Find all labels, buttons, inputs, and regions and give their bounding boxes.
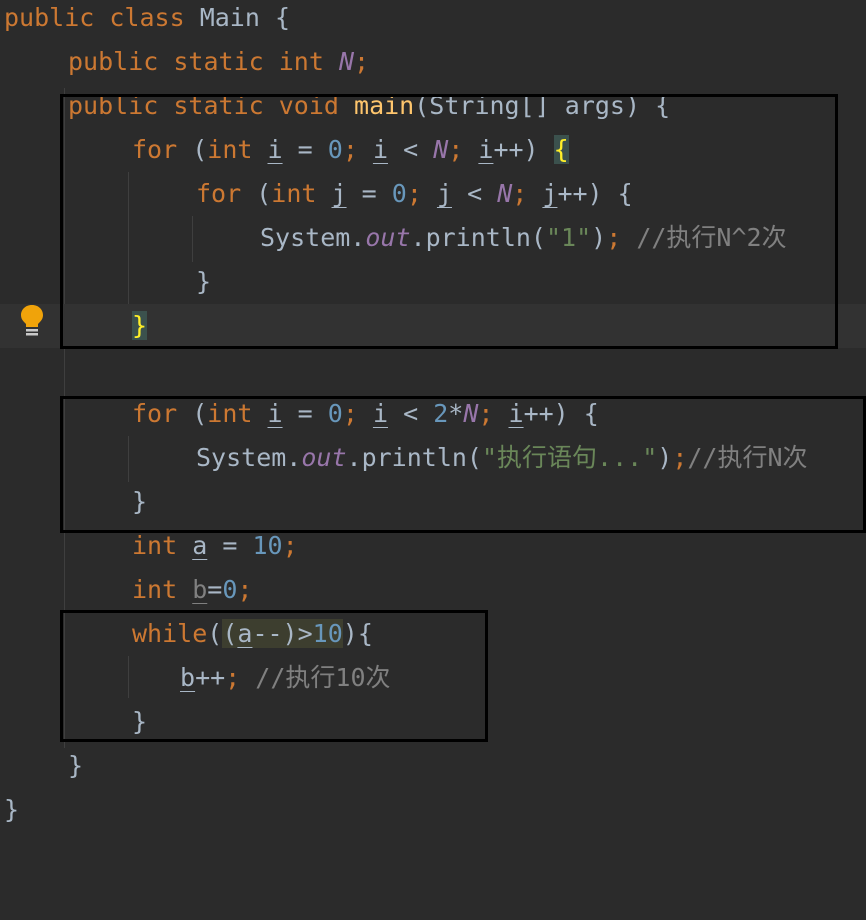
brace: { (274, 3, 291, 32)
variable: a (192, 531, 208, 560)
keyword: public (4, 3, 95, 32)
semicolon: ; (282, 531, 298, 560)
semicolon: ; (237, 575, 253, 604)
code-line[interactable]: } (0, 744, 866, 788)
keyword: public (68, 47, 159, 76)
number: 10 (252, 531, 283, 560)
keyword: int (132, 575, 178, 604)
keyword: static (173, 47, 264, 76)
annotation-box-while-loop (60, 610, 488, 742)
number: 0 (222, 575, 238, 604)
code-line[interactable]: int b=0; (0, 568, 866, 612)
semicolon: ; (354, 47, 370, 76)
lightbulb-icon[interactable] (18, 303, 46, 337)
code-editor[interactable]: public class Main { public static int N;… (0, 0, 866, 838)
annotation-box-single-loop (60, 396, 866, 533)
annotation-box-nested-loop (60, 94, 838, 349)
keyword: int (132, 531, 178, 560)
keyword: class (109, 3, 185, 32)
operator: = (222, 531, 238, 560)
code-line[interactable]: } (0, 788, 866, 832)
code-line-blank[interactable] (0, 348, 866, 392)
variable: b (192, 575, 208, 604)
code-line[interactable]: public static int N; (0, 40, 866, 84)
keyword: int (278, 47, 324, 76)
code-line[interactable]: public class Main { (0, 0, 866, 40)
operator: = (207, 575, 223, 604)
class-name: Main (199, 3, 260, 32)
field-name: N (338, 47, 355, 76)
brace: } (4, 795, 20, 824)
brace: } (68, 751, 84, 780)
